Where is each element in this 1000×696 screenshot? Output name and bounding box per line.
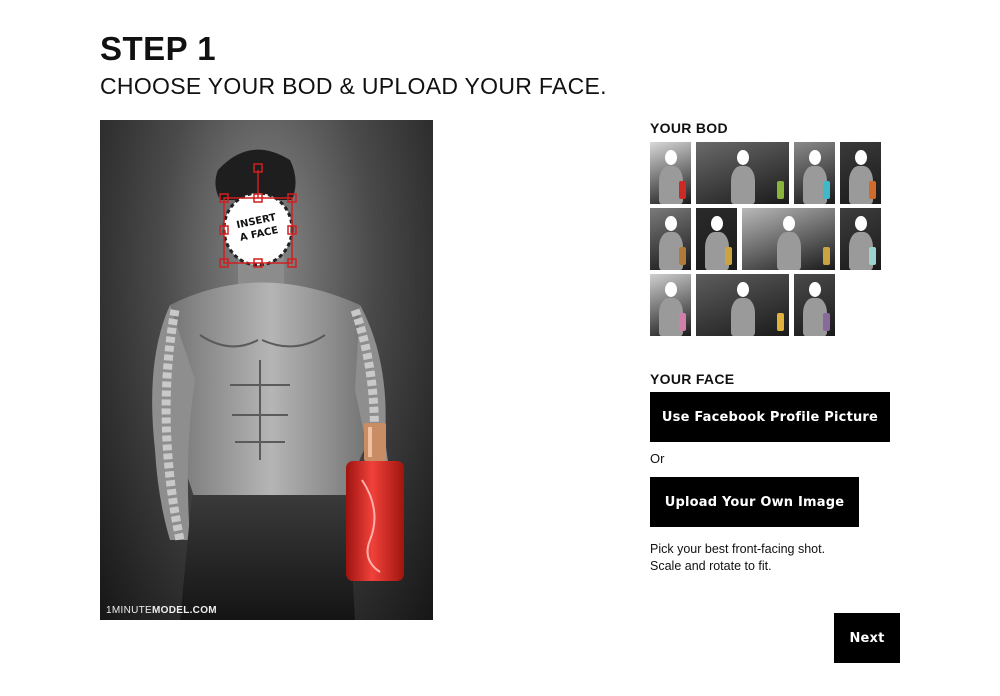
model-body [730,166,755,204]
perfume-bottle [679,181,686,199]
face-placeholder [736,282,749,297]
face-placeholder [854,216,867,231]
model-body [776,232,801,270]
bod-thumbnail-9[interactable] [650,274,691,336]
your-bod-label: YOUR BOD [650,120,728,136]
upload-hint: Pick your best front-facing shot. Scale … [650,541,825,575]
bod-thumbnail-3[interactable] [794,142,835,204]
jeans-shape [180,495,355,620]
perfume-bottle [823,247,830,265]
hint-line-2: Scale and rotate to fit. [650,559,772,573]
watermark: 1MINUTEMODEL.COM [106,605,217,616]
face-placeholder [664,216,677,231]
face-placeholder [710,216,723,231]
perfume-bottle [725,247,732,265]
perfume-bottle [777,181,784,199]
face-placeholder [854,150,867,165]
upload-image-button[interactable]: Upload Your Own Image [650,477,859,527]
bod-thumbnail-2[interactable] [696,142,789,204]
facebook-profile-button[interactable]: Use Facebook Profile Picture [650,392,890,442]
preview-illustration: INSERT A FACE [152,149,404,620]
face-placeholder [664,150,677,165]
bod-thumbnail-7[interactable] [742,208,835,270]
bod-thumbnail-10[interactable] [696,274,789,336]
perfume-bottle [679,247,686,265]
bod-thumbnail-4[interactable] [840,142,881,204]
face-placeholder [808,150,821,165]
bod-preview-canvas[interactable]: INSERT A FACE 1MINUTEMODEL.COM [100,120,433,620]
face-placeholder [782,216,795,231]
perfume-bottle [777,313,784,331]
perfume-bottle [679,313,686,331]
next-button[interactable]: Next [834,613,900,663]
perfume-bottle [823,181,830,199]
face-placeholder [736,150,749,165]
perfume-bottle [869,247,876,265]
bod-thumbnail-5[interactable] [650,208,691,270]
step-title: STEP 1 [100,30,217,67]
face-placeholder [664,282,677,297]
model-body [730,298,755,336]
step-subtitle: CHOOSE YOUR BOD & UPLOAD YOUR FACE. [100,73,607,99]
bod-thumbnail-11[interactable] [794,274,835,336]
perfume-bottle [823,313,830,331]
hint-line-1: Pick your best front-facing shot. [650,542,826,556]
bod-thumbnail-8[interactable] [840,208,881,270]
bod-thumbnail-6[interactable] [696,208,737,270]
your-face-label: YOUR FACE [650,371,735,387]
bod-thumbnail-1[interactable] [650,142,691,204]
perfume-bottle [869,181,876,199]
face-placeholder [808,282,821,297]
or-separator: Or [650,451,665,466]
